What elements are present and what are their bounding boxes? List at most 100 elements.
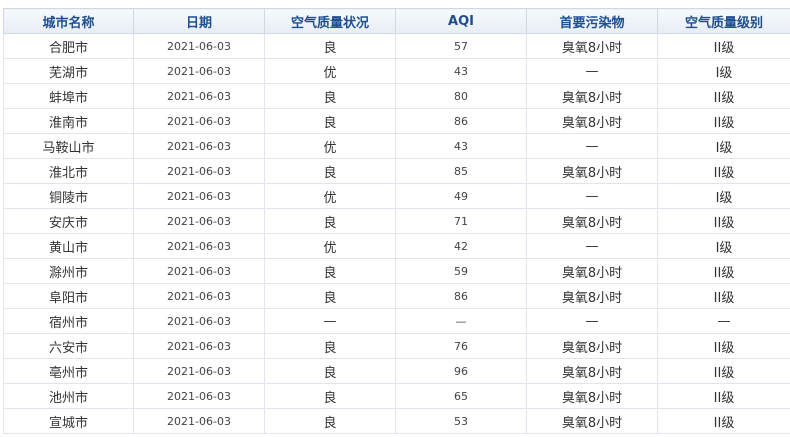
cell-primary-pollutant: — bbox=[526, 233, 658, 259]
table-row: 宣城市 2021-06-03 良 53 臭氧8小时 II级 bbox=[3, 408, 790, 434]
cell-quality-status: 优 bbox=[264, 58, 396, 84]
cell-date: 2021-06-03 bbox=[133, 358, 265, 384]
header-quality-level[interactable]: 空气质量级别 bbox=[657, 8, 790, 34]
cell-date: 2021-06-03 bbox=[133, 408, 265, 434]
cell-primary-pollutant: — bbox=[526, 183, 658, 209]
cell-primary-pollutant: 臭氧8小时 bbox=[526, 283, 658, 309]
table-row: 亳州市 2021-06-03 良 96 臭氧8小时 II级 bbox=[3, 358, 790, 384]
cell-quality-level: I级 bbox=[657, 183, 790, 209]
cell-primary-pollutant: 臭氧8小时 bbox=[526, 33, 658, 59]
cell-date: 2021-06-03 bbox=[133, 233, 265, 259]
cell-primary-pollutant: 臭氧8小时 bbox=[526, 158, 658, 184]
cell-quality-level: II级 bbox=[657, 383, 790, 409]
header-city[interactable]: 城市名称 bbox=[3, 8, 134, 34]
air-quality-table-container: 城市名称 日期 空气质量状况 AQI 首要污染物 空气质量级别 合肥市 2021-… bbox=[3, 8, 790, 434]
cell-date: 2021-06-03 bbox=[133, 133, 265, 159]
cell-quality-status: 良 bbox=[264, 33, 396, 59]
table-row: 马鞍山市 2021-06-03 优 43— I级 bbox=[3, 133, 790, 159]
header-date[interactable]: 日期 bbox=[133, 8, 265, 34]
cell-city: 亳州市 bbox=[3, 358, 134, 384]
cell-city: 池州市 bbox=[3, 383, 134, 409]
cell-aqi: 57 bbox=[395, 33, 527, 59]
header-quality-status[interactable]: 空气质量状况 bbox=[264, 8, 396, 34]
cell-quality-status: 优 bbox=[264, 183, 396, 209]
cell-aqi: 96 bbox=[395, 358, 527, 384]
cell-city: 合肥市 bbox=[3, 33, 134, 59]
cell-city: 芜湖市 bbox=[3, 58, 134, 84]
cell-primary-pollutant: 臭氧8小时 bbox=[526, 333, 658, 359]
cell-aqi: 80 bbox=[395, 83, 527, 109]
cell-city: 滁州市 bbox=[3, 258, 134, 284]
cell-quality-level: I级 bbox=[657, 233, 790, 259]
cell-date: 2021-06-03 bbox=[133, 158, 265, 184]
table-row: 滁州市 2021-06-03 良 59 臭氧8小时 II级 bbox=[3, 258, 790, 284]
cell-quality-level: II级 bbox=[657, 258, 790, 284]
cell-primary-pollutant: 臭氧8小时 bbox=[526, 258, 658, 284]
cell-city: 黄山市 bbox=[3, 233, 134, 259]
cell-city: 六安市 bbox=[3, 333, 134, 359]
cell-city: 蚌埠市 bbox=[3, 83, 134, 109]
cell-aqi: 43 bbox=[395, 58, 527, 84]
cell-city: 淮北市 bbox=[3, 158, 134, 184]
table-row: 淮北市 2021-06-03 良 85 臭氧8小时 II级 bbox=[3, 158, 790, 184]
cell-quality-status: 良 bbox=[264, 333, 396, 359]
table-row: 淮南市 2021-06-03 良 86 臭氧8小时 II级 bbox=[3, 108, 790, 134]
cell-aqi: — bbox=[395, 308, 527, 334]
table-row: 阜阳市 2021-06-03 良 86 臭氧8小时 II级 bbox=[3, 283, 790, 309]
cell-quality-status: 良 bbox=[264, 108, 396, 134]
cell-date: 2021-06-03 bbox=[133, 333, 265, 359]
cell-aqi: 65 bbox=[395, 383, 527, 409]
cell-aqi: 42 bbox=[395, 233, 527, 259]
cell-date: 2021-06-03 bbox=[133, 33, 265, 59]
table-row: 黄山市 2021-06-03 优 42— I级 bbox=[3, 233, 790, 259]
cell-quality-status: 良 bbox=[264, 283, 396, 309]
cell-date: 2021-06-03 bbox=[133, 183, 265, 209]
cell-aqi: 85 bbox=[395, 158, 527, 184]
cell-primary-pollutant: 臭氧8小时 bbox=[526, 83, 658, 109]
header-aqi[interactable]: AQI bbox=[395, 8, 527, 34]
cell-aqi: 59 bbox=[395, 258, 527, 284]
table-row: 六安市 2021-06-03 良 76 臭氧8小时 II级 bbox=[3, 333, 790, 359]
cell-primary-pollutant: 臭氧8小时 bbox=[526, 208, 658, 234]
cell-city: 淮南市 bbox=[3, 108, 134, 134]
cell-quality-level: II级 bbox=[657, 333, 790, 359]
table-row: 芜湖市 2021-06-03 优 43— I级 bbox=[3, 58, 790, 84]
cell-quality-level: II级 bbox=[657, 358, 790, 384]
cell-quality-level: I级 bbox=[657, 133, 790, 159]
cell-date: 2021-06-03 bbox=[133, 208, 265, 234]
cell-quality-level: II级 bbox=[657, 108, 790, 134]
table-row: 安庆市 2021-06-03 良 71 臭氧8小时 II级 bbox=[3, 208, 790, 234]
cell-quality-status: 良 bbox=[264, 408, 396, 434]
cell-quality-level: II级 bbox=[657, 283, 790, 309]
cell-date: 2021-06-03 bbox=[133, 108, 265, 134]
cell-date: 2021-06-03 bbox=[133, 258, 265, 284]
cell-aqi: 86 bbox=[395, 108, 527, 134]
table-body: 合肥市 2021-06-03 良 57 臭氧8小时 II级 芜湖市 2021-06-03 优 4… bbox=[3, 33, 790, 434]
cell-primary-pollutant: 臭氧8小时 bbox=[526, 408, 658, 434]
cell-quality-level: II级 bbox=[657, 408, 790, 434]
cell-quality-status: — bbox=[264, 308, 396, 334]
cell-aqi: 76 bbox=[395, 333, 527, 359]
cell-aqi: 49 bbox=[395, 183, 527, 209]
cell-quality-level: II级 bbox=[657, 83, 790, 109]
cell-quality-status: 良 bbox=[264, 258, 396, 284]
header-primary-pollutant[interactable]: 首要污染物 bbox=[526, 8, 658, 34]
cell-quality-level: — bbox=[657, 308, 790, 334]
cell-primary-pollutant: — bbox=[526, 133, 658, 159]
table-row: 蚌埠市 2021-06-03 良 80 臭氧8小时 II级 bbox=[3, 83, 790, 109]
cell-quality-level: II级 bbox=[657, 158, 790, 184]
cell-city: 宿州市 bbox=[3, 308, 134, 334]
cell-primary-pollutant: 臭氧8小时 bbox=[526, 358, 658, 384]
cell-aqi: 53 bbox=[395, 408, 527, 434]
cell-city: 铜陵市 bbox=[3, 183, 134, 209]
cell-date: 2021-06-03 bbox=[133, 283, 265, 309]
cell-primary-pollutant: — bbox=[526, 58, 658, 84]
cell-city: 安庆市 bbox=[3, 208, 134, 234]
air-quality-table: 城市名称 日期 空气质量状况 AQI 首要污染物 空气质量级别 合肥市 2021-… bbox=[3, 8, 790, 434]
cell-aqi: 43 bbox=[395, 133, 527, 159]
cell-quality-status: 良 bbox=[264, 358, 396, 384]
table-row: 铜陵市 2021-06-03 优 49— I级 bbox=[3, 183, 790, 209]
cell-quality-level: I级 bbox=[657, 58, 790, 84]
table-row: 池州市 2021-06-03 良 65 臭氧8小时 II级 bbox=[3, 383, 790, 409]
cell-aqi: 86 bbox=[395, 283, 527, 309]
